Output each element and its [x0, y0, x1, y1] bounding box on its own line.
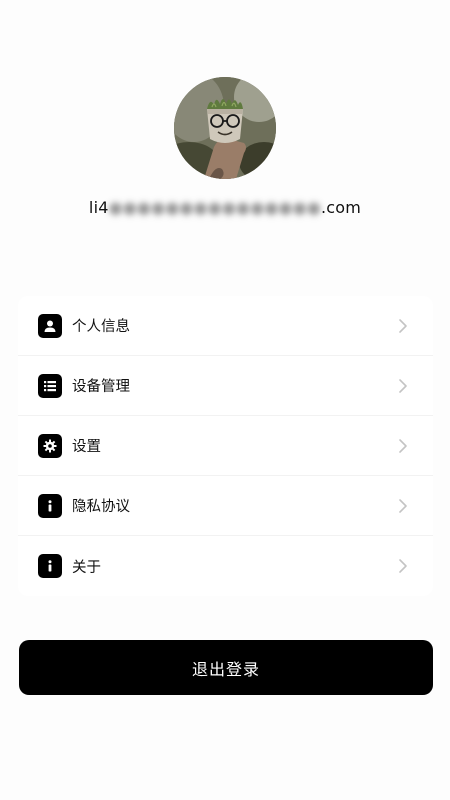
menu-item-label: 个人信息 — [72, 319, 130, 335]
email-prefix: li4 — [88, 198, 109, 217]
menu-item-about[interactable]: 关于 — [18, 536, 433, 596]
info-icon — [38, 554, 62, 578]
user-icon — [38, 313, 62, 338]
email-redacted: ●●●●●●●●●●●●●●● — [108, 198, 322, 217]
menu-item-label: 关于 — [72, 559, 101, 576]
chevron-right-icon — [399, 438, 407, 453]
chevron-right-icon — [399, 559, 407, 573]
menu-item-label: 隐私协议 — [72, 499, 130, 515]
menu-item-label: 设置 — [72, 439, 101, 455]
menu-item-privacy-policy[interactable]: 隐私协议 — [18, 476, 433, 536]
chevron-right-icon — [399, 318, 407, 333]
profile-header: li4●●●●●●●●●●●●●●●.com — [0, 0, 450, 240]
list-icon — [38, 373, 62, 398]
email-suffix: .com — [321, 198, 362, 217]
menu-item-label: 设备管理 — [72, 379, 130, 395]
menu-item-device-management[interactable]: 设备管理 — [18, 356, 433, 416]
info-icon — [38, 493, 62, 518]
chevron-right-icon — [399, 498, 407, 513]
logout-button[interactable]: 退出登录 — [19, 640, 433, 695]
chevron-right-icon — [399, 378, 407, 393]
settings-menu: 个人信息 设备管理 设置 隐私协议 关于 — [18, 296, 433, 596]
avatar[interactable] — [174, 77, 276, 179]
menu-item-settings[interactable]: 设置 — [18, 416, 433, 476]
menu-item-personal-info[interactable]: 个人信息 — [18, 296, 433, 356]
gear-icon — [38, 433, 62, 458]
avatar-image — [174, 77, 276, 179]
user-email: li4●●●●●●●●●●●●●●●.com — [0, 198, 450, 217]
